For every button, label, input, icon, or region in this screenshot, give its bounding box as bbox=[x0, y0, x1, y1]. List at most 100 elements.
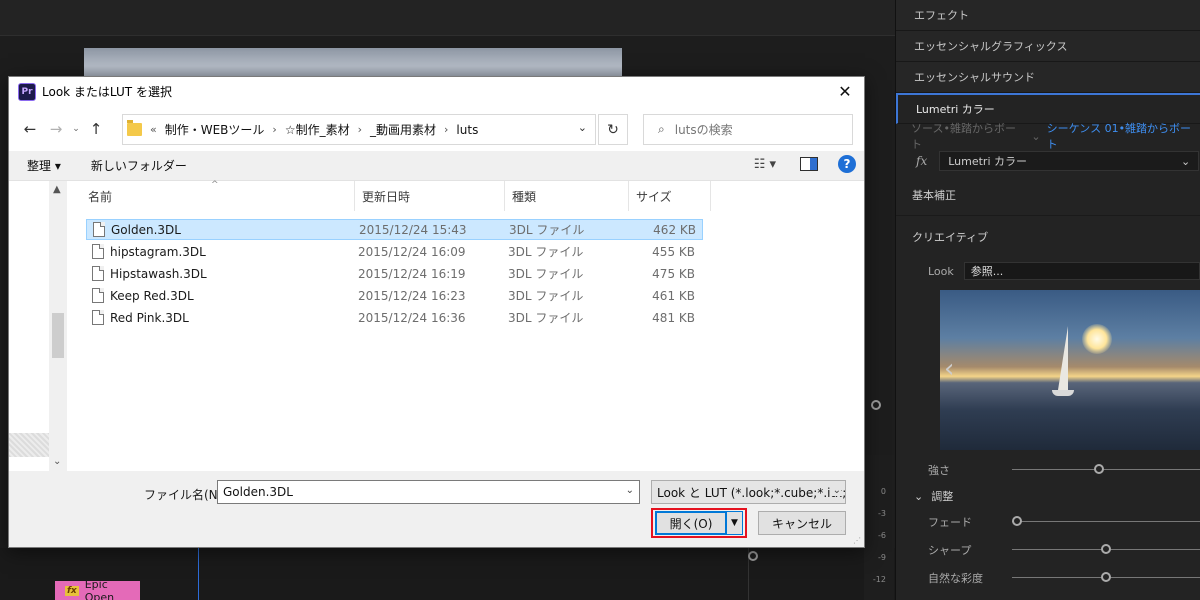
help-icon[interactable]: ? bbox=[838, 155, 856, 173]
tab-effects[interactable]: エフェクト bbox=[896, 0, 1200, 31]
filename-field[interactable]: Golden.3DL ⌄ bbox=[217, 480, 640, 504]
navigation-scrollbar[interactable]: ▲ ⌄ bbox=[49, 181, 67, 471]
look-label: Look bbox=[928, 264, 954, 278]
chevron-down-icon: ⌄ bbox=[829, 485, 841, 496]
up-arrow-icon[interactable]: ↑ bbox=[83, 116, 109, 142]
refresh-button[interactable]: ↻ bbox=[598, 114, 628, 145]
section-creative[interactable]: クリエイティブ bbox=[896, 216, 1200, 258]
file-row[interactable]: Keep Red.3DL 2015/12/24 16:23 3DL ファイル 4… bbox=[86, 285, 701, 306]
dialog-titlebar[interactable]: Pr Look またはLUT を選択 ✕ bbox=[9, 77, 864, 106]
tab-essential-graphics[interactable]: エッセンシャルグラフィックス bbox=[896, 31, 1200, 62]
section-label: 基本補正 bbox=[912, 188, 956, 202]
navigation-pane bbox=[9, 181, 49, 471]
file-icon bbox=[93, 222, 105, 237]
section-label: 調整 bbox=[931, 490, 954, 503]
source-label[interactable]: ソース•雑踏からボート bbox=[911, 120, 1025, 152]
file-row[interactable]: hipstagram.3DL 2015/12/24 16:09 3DL ファイル… bbox=[86, 241, 701, 262]
cancel-button[interactable]: キャンセル bbox=[758, 511, 846, 535]
folder-icon bbox=[127, 120, 142, 136]
sequence-label[interactable]: シーケンス 01•雑踏からボート bbox=[1047, 120, 1200, 152]
file-size: 455 KB bbox=[652, 244, 695, 259]
scroll-thumb[interactable] bbox=[52, 313, 64, 358]
file-type: 3DL ファイル bbox=[508, 245, 584, 259]
audio-knob[interactable] bbox=[748, 551, 758, 561]
address-bar[interactable]: « 制作・WEBツール › ☆制作_素材 › _動画用素材 › luts ⌄ bbox=[122, 114, 596, 145]
meter-label: -9 bbox=[878, 553, 886, 562]
audio-meter: 0 -3 -6 -9 -12 bbox=[864, 455, 894, 600]
open-label: 開く(O) bbox=[669, 516, 713, 531]
view-options-icon[interactable]: ☷ ▾ bbox=[754, 157, 776, 172]
fade-slider-thumb[interactable] bbox=[1012, 516, 1022, 526]
new-folder-button[interactable]: 新しいフォルダー bbox=[91, 157, 187, 174]
column-header-type[interactable]: 種類 bbox=[505, 181, 629, 211]
open-dropdown-button[interactable]: ▼ bbox=[727, 511, 743, 535]
file-name: Golden.3DL bbox=[111, 222, 181, 237]
sharpen-label: シャープ bbox=[928, 544, 972, 557]
navigation-pane-item[interactable] bbox=[9, 433, 49, 457]
file-name-cell: hipstagram.3DL bbox=[86, 244, 354, 259]
vibrance-slider-thumb[interactable] bbox=[1101, 572, 1111, 582]
timeline-clip[interactable]: fx Epic Open bbox=[55, 578, 140, 600]
file-row-selected[interactable]: Golden.3DL 2015/12/24 15:43 3DL ファイル 462… bbox=[86, 219, 703, 240]
sort-ascending-icon: ^ bbox=[211, 180, 219, 190]
breadcrumb-overflow-icon[interactable]: « bbox=[150, 123, 157, 136]
scroll-up-icon[interactable]: ▲ bbox=[53, 184, 61, 195]
file-row[interactable]: Hipstawash.3DL 2015/12/24 16:19 3DL ファイル… bbox=[86, 263, 701, 284]
tab-essential-sound[interactable]: エッセンシャルサウンド bbox=[896, 62, 1200, 93]
file-size: 461 KB bbox=[652, 288, 695, 303]
column-header-size[interactable]: サイズ bbox=[629, 181, 711, 211]
source-sequence-row: ソース•雑踏からボート ⌄ シーケンス 01•雑踏からボート bbox=[896, 122, 1200, 151]
fx-icon[interactable]: fx bbox=[916, 154, 927, 168]
close-icon[interactable]: ✕ bbox=[834, 80, 856, 102]
intensity-slider-thumb[interactable] bbox=[1093, 464, 1104, 474]
side-knob[interactable] bbox=[871, 400, 881, 410]
file-name: Keep Red.3DL bbox=[110, 288, 194, 303]
breadcrumb-item[interactable]: ☆制作_素材 bbox=[285, 121, 350, 138]
chevron-right-icon[interactable]: › bbox=[444, 123, 448, 136]
chevron-down-icon[interactable]: ⌄ bbox=[1031, 130, 1040, 143]
breadcrumb-item[interactable]: luts bbox=[456, 123, 478, 137]
search-icon: ⌕ bbox=[658, 122, 665, 136]
file-name: hipstagram.3DL bbox=[110, 244, 206, 259]
breadcrumb-item[interactable]: _動画用素材 bbox=[370, 121, 436, 138]
file-type-filter[interactable]: Look と LUT (*.look;*.cube;*.itx; ⌄ bbox=[651, 480, 846, 504]
scroll-down-icon[interactable]: ⌄ bbox=[53, 456, 61, 467]
intensity-track[interactable] bbox=[1012, 469, 1200, 470]
chevron-down-icon[interactable]: ⌄ bbox=[578, 121, 587, 134]
column-header-label: 名前 bbox=[88, 189, 113, 204]
search-input[interactable] bbox=[674, 122, 825, 137]
open-button[interactable]: 開く(O) bbox=[655, 511, 727, 535]
sharpen-slider-thumb[interactable] bbox=[1101, 544, 1111, 554]
section-basic-correction[interactable]: 基本補正 bbox=[896, 174, 1200, 216]
boat-hull-shape bbox=[1052, 390, 1074, 396]
meter-label: -6 bbox=[878, 531, 886, 540]
recent-locations-chevron-icon[interactable]: ⌄ bbox=[69, 124, 83, 134]
fade-slider-row: フェード bbox=[896, 508, 1200, 536]
chevron-right-icon[interactable]: › bbox=[358, 123, 362, 136]
effect-select[interactable]: Lumetri カラー ⌄ bbox=[939, 151, 1200, 171]
premiere-app-icon: Pr bbox=[18, 82, 36, 101]
column-header-date[interactable]: 更新日時 bbox=[355, 181, 505, 211]
tab-label: エッセンシャルグラフィックス bbox=[914, 40, 1068, 53]
caret-down-icon: ▼ bbox=[731, 518, 738, 528]
column-header-name[interactable]: 名前 ^ bbox=[81, 180, 355, 211]
breadcrumb-item[interactable]: 制作・WEBツール bbox=[165, 121, 265, 138]
chevron-down-icon: ⌄ bbox=[914, 489, 924, 503]
fade-label: フェード bbox=[928, 516, 972, 529]
organize-button[interactable]: 整理 ▾ bbox=[27, 157, 61, 174]
back-arrow-icon[interactable]: ← bbox=[17, 116, 43, 142]
resize-grip-icon[interactable]: ⋰ bbox=[853, 536, 861, 545]
toolbar-right: ☷ ▾ ? bbox=[754, 155, 856, 173]
section-adjust[interactable]: ⌄ 調整 bbox=[896, 484, 1200, 508]
preview-pane-icon[interactable] bbox=[800, 157, 818, 171]
chevron-down-icon[interactable]: ⌄ bbox=[626, 485, 634, 496]
forward-arrow-icon[interactable]: → bbox=[43, 116, 69, 142]
search-box[interactable]: ⌕ bbox=[643, 114, 853, 145]
look-select[interactable]: 参照... bbox=[963, 262, 1200, 280]
meter-label: -3 bbox=[878, 509, 886, 518]
file-row[interactable]: Red Pink.3DL 2015/12/24 16:36 3DL ファイル 4… bbox=[86, 307, 701, 328]
chevron-left-icon[interactable]: ‹ bbox=[944, 354, 954, 384]
chevron-right-icon[interactable]: › bbox=[272, 123, 276, 136]
fade-track[interactable] bbox=[1012, 521, 1200, 522]
playhead-line[interactable] bbox=[198, 548, 199, 600]
